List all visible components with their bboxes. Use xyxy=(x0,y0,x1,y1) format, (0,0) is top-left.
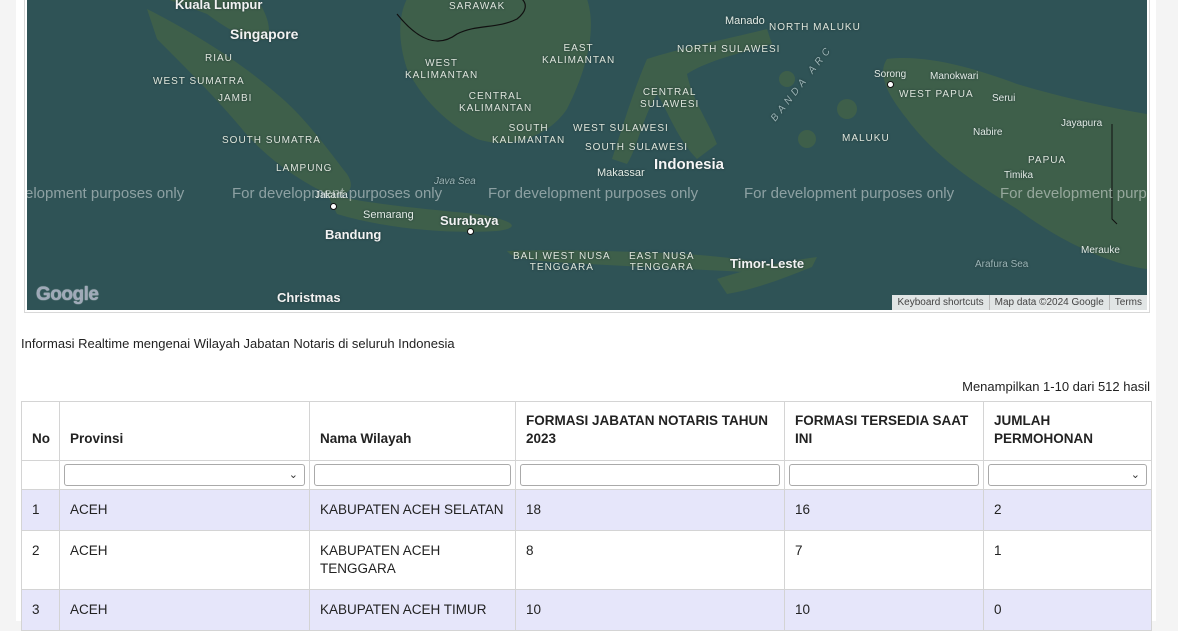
map-label-manokwari: Manokwari xyxy=(930,71,979,82)
map-frame: Kuala Lumpur Singapore RIAU WEST SUMATRA… xyxy=(24,0,1150,313)
map-label-bali-ntb: BALI WEST NUSA TENGGARA xyxy=(513,251,611,273)
filter-cell-no xyxy=(21,460,60,490)
filter-cell-formasi-2023 xyxy=(515,460,785,490)
filter-cell-provinsi: ⌄ xyxy=(59,460,310,490)
cell-jumlah-permohonan: 2 xyxy=(983,489,1152,531)
cell-provinsi: ACEH xyxy=(59,530,310,590)
map-label-south-sumatra: SOUTH SUMATRA xyxy=(222,135,321,146)
column-header-nama-wilayah[interactable]: Nama Wilayah xyxy=(309,401,516,461)
map-label-timor-leste: Timor-Leste xyxy=(730,256,805,271)
cell-nama-wilayah: KABUPATEN ACEH TIMUR xyxy=(309,589,516,631)
map-dev-watermark: For development purposes only xyxy=(744,185,955,202)
map-label-sorong: Sorong xyxy=(874,69,907,80)
map-label-maluku: MALUKU xyxy=(842,133,890,144)
map-dev-watermark: For development purposes only xyxy=(488,185,699,202)
map-label-merauke: Merauke xyxy=(1081,245,1120,256)
map-label-kuala-lumpur: Kuala Lumpur xyxy=(175,0,263,12)
cell-no: 2 xyxy=(21,530,60,590)
keyboard-shortcuts-link[interactable]: Keyboard shortcuts xyxy=(892,295,988,310)
cell-no: 3 xyxy=(21,589,60,631)
cell-formasi-tersedia: 10 xyxy=(784,589,984,631)
map-label-semarang: Semarang xyxy=(363,209,414,221)
map-label-papua: PAPUA xyxy=(1028,155,1067,166)
notary-formation-table: No Provinsi Nama Wilayah FORMASI JABATAN… xyxy=(21,401,1152,631)
results-summary: Menampilkan 1-10 dari 512 hasil xyxy=(962,379,1150,394)
column-header-provinsi[interactable]: Provinsi xyxy=(59,401,310,461)
map-canvas[interactable]: Kuala Lumpur Singapore RIAU WEST SUMATRA… xyxy=(27,0,1147,310)
chevron-down-icon: ⌄ xyxy=(1130,469,1140,481)
map-label-east-kalimantan: EAST KALIMANTAN xyxy=(542,43,616,66)
cell-nama-wilayah: KABUPATEN ACEH TENGGARA xyxy=(309,530,516,590)
table-row[interactable]: 1 ACEH KABUPATEN ACEH SELATAN 18 16 2 xyxy=(21,489,1152,531)
map-label-central-sulawesi: CENTRAL SULAWESI xyxy=(640,87,700,110)
map-label-timika: Timika xyxy=(1004,170,1034,181)
map-label-bandung: Bandung xyxy=(325,227,382,242)
cell-no: 1 xyxy=(21,489,60,531)
map-label-nabire: Nabire xyxy=(973,127,1003,138)
cell-formasi-2023: 8 xyxy=(515,530,785,590)
filter-cell-nama-wilayah xyxy=(309,460,516,490)
map-label-south-sulawesi: SOUTH SULAWESI xyxy=(585,142,689,153)
column-header-no[interactable]: No xyxy=(21,401,60,461)
cell-jumlah-permohonan: 1 xyxy=(983,530,1152,590)
map-label-north-sulawesi: NORTH SULAWESI xyxy=(677,44,781,55)
map-label-west-kalimantan: WEST KALIMANTAN xyxy=(405,58,479,81)
map-label-lampung: LAMPUNG xyxy=(276,163,333,174)
map-dev-watermark: For development purpo xyxy=(1000,185,1147,202)
cell-formasi-2023: 18 xyxy=(515,489,785,531)
filter-cell-jumlah: ⌄ xyxy=(983,460,1152,490)
cell-nama-wilayah: KABUPATEN ACEH SELATAN xyxy=(309,489,516,531)
map-label-west-sumatra: WEST SUMATRA xyxy=(153,76,245,87)
cell-formasi-tersedia: 16 xyxy=(784,489,984,531)
cell-formasi-tersedia: 7 xyxy=(784,530,984,590)
map-label-west-papua: WEST PAPUA xyxy=(899,89,974,100)
nama-wilayah-filter-input[interactable] xyxy=(314,464,511,486)
map-marker-sorong xyxy=(887,81,894,88)
map-label-manado: Manado xyxy=(725,15,765,27)
terms-link[interactable]: Terms xyxy=(1108,295,1147,310)
map-label-south-kalimantan: SOUTH KALIMANTAN xyxy=(492,123,566,146)
cell-provinsi: ACEH xyxy=(59,589,310,631)
cell-formasi-2023: 10 xyxy=(515,589,785,631)
map-label-riau: RIAU xyxy=(205,53,233,64)
map-label-christmas: Christmas xyxy=(277,290,341,305)
cell-jumlah-permohonan: 0 xyxy=(983,589,1152,631)
map-label-serui: Serui xyxy=(992,93,1016,104)
map-label-singapore: Singapore xyxy=(230,26,299,42)
map-label-ntt: EAST NUSA TENGGARA xyxy=(629,251,695,273)
cell-provinsi: ACEH xyxy=(59,489,310,531)
filter-cell-formasi-tersedia xyxy=(784,460,984,490)
column-header-formasi-2023[interactable]: FORMASI JABATAN NOTARIS TAHUN 2023 xyxy=(515,401,785,461)
map-data-credit: Map data ©2024 Google xyxy=(988,295,1109,310)
table-row[interactable]: 2 ACEH KABUPATEN ACEH TENGGARA 8 7 1 xyxy=(21,530,1152,590)
map-label-makassar: Makassar xyxy=(597,167,645,179)
map-label-arafura-sea: Arafura Sea xyxy=(975,259,1029,270)
column-header-jumlah-permohonan[interactable]: JUMLAH PERMOHONAN xyxy=(983,401,1152,461)
map-marker-jakarta xyxy=(330,203,337,210)
table-row[interactable]: 3 ACEH KABUPATEN ACEH TIMUR 10 10 0 xyxy=(21,589,1152,631)
map-label-north-maluku: NORTH MALUKU xyxy=(769,22,861,33)
page-content: Kuala Lumpur Singapore RIAU WEST SUMATRA… xyxy=(16,0,1156,631)
map-dev-watermark: elopment purposes only xyxy=(27,185,185,202)
map-label-central-kalimantan: CENTRAL KALIMANTAN xyxy=(459,91,533,114)
provinsi-filter-select[interactable]: ⌄ xyxy=(64,464,305,486)
google-logo[interactable]: Google xyxy=(36,284,99,306)
map-label-west-sulawesi: WEST SULAWESI xyxy=(573,123,669,134)
info-text: Informasi Realtime mengenai Wilayah Jaba… xyxy=(21,336,455,351)
jumlah-filter-select[interactable]: ⌄ xyxy=(988,464,1147,486)
formasi-2023-filter-input[interactable] xyxy=(520,464,780,486)
map-label-indonesia: Indonesia xyxy=(654,156,725,173)
map-label-jambi: JAMBI xyxy=(218,93,253,104)
map-label-jayapura: Jayapura xyxy=(1061,118,1103,129)
map-dev-watermark: For development purposes only xyxy=(232,185,443,202)
map-label-surabaya: Surabaya xyxy=(440,213,499,228)
chevron-down-icon: ⌄ xyxy=(288,469,298,481)
formasi-tersedia-filter-input[interactable] xyxy=(789,464,979,486)
column-header-formasi-tersedia[interactable]: FORMASI TERSEDIA SAAT INI xyxy=(784,401,984,461)
map-attribution-bar: Keyboard shortcuts Map data ©2024 Google… xyxy=(892,295,1147,310)
map-label-sarawak: SARAWAK xyxy=(449,1,506,12)
map-marker-surabaya xyxy=(467,228,474,235)
